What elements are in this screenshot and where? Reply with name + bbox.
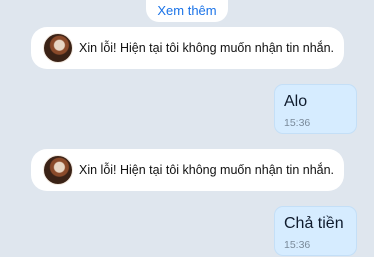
system-message-text: Xin lỗi! Hiện tại tôi không muốn nhận ti… — [79, 41, 335, 55]
outgoing-message-bubble[interactable]: Alo 15:36 — [274, 84, 357, 134]
avatar[interactable] — [43, 155, 73, 185]
message-text: Chả tiền — [284, 215, 344, 232]
system-message-text: Xin lỗi! Hiện tại tôi không muốn nhận ti… — [79, 163, 335, 177]
message-time: 15:36 — [284, 239, 311, 251]
system-message: Xin lỗi! Hiện tại tôi không muốn nhận ti… — [31, 149, 344, 191]
message-time: 15:36 — [284, 117, 311, 129]
outgoing-message-bubble[interactable]: Chả tiền 15:36 — [274, 206, 357, 256]
see-more-button[interactable]: Xem thêm — [146, 0, 228, 22]
system-message: Xin lỗi! Hiện tại tôi không muốn nhận ti… — [31, 27, 344, 69]
avatar[interactable] — [43, 33, 73, 63]
message-text: Alo — [284, 93, 308, 110]
